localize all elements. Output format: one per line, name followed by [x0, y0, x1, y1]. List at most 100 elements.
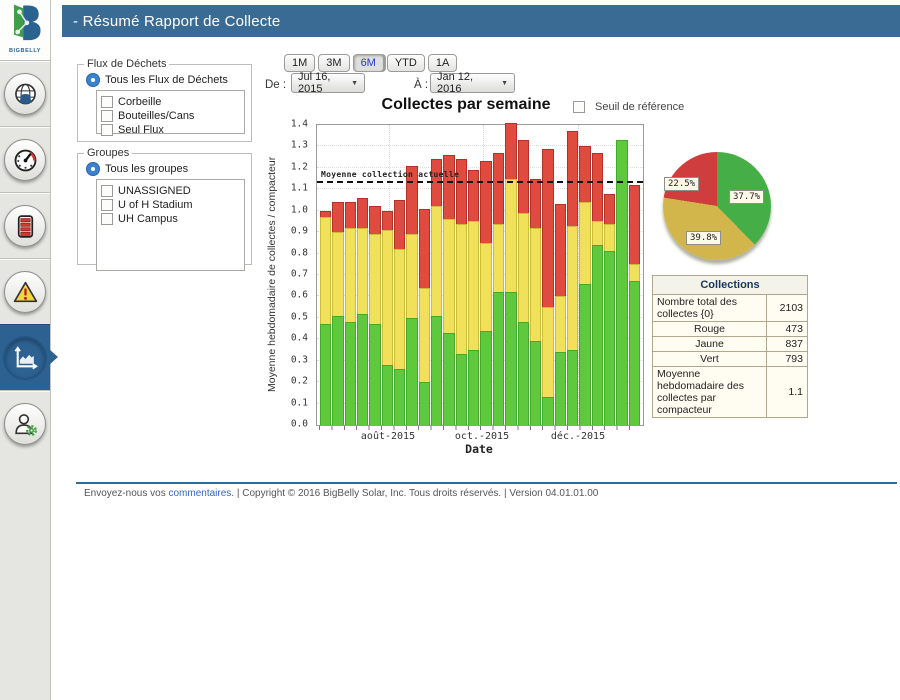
- range-button-1m[interactable]: 1M: [284, 54, 315, 72]
- reports-button[interactable]: [3, 336, 47, 380]
- sidebar-item-admin[interactable]: [0, 390, 50, 457]
- radio-selected-icon[interactable]: [86, 162, 100, 176]
- green-segment: [382, 365, 393, 425]
- stacked-bar-week-5[interactable]: [369, 206, 380, 425]
- stacked-bar-week-2[interactable]: [332, 202, 343, 425]
- yellow-segment: [369, 234, 380, 324]
- stacked-bar-week-23[interactable]: [592, 153, 603, 425]
- stacked-bar-week-14[interactable]: [480, 161, 491, 425]
- x-axis-ticks: [319, 426, 641, 430]
- yellow-segment: [320, 217, 331, 324]
- bin-fullness-icon: [12, 213, 39, 240]
- red-segment: [518, 140, 529, 213]
- checkbox-label: U of H Stadium: [118, 199, 193, 211]
- stacked-bar-week-13[interactable]: [468, 170, 479, 425]
- x-tick-label: déc.-2015: [551, 431, 605, 442]
- stacked-bar-week-9[interactable]: [419, 209, 430, 425]
- all-groups-radio-row[interactable]: Tous les groupes: [86, 162, 245, 176]
- stacked-bar-week-26[interactable]: [629, 185, 640, 425]
- checkbox-row-u-of-h-stadium[interactable]: U of H Stadium: [101, 199, 240, 211]
- collections-table-title: Collections: [653, 276, 808, 295]
- dashboard-button[interactable]: [4, 139, 46, 181]
- red-segment: [369, 206, 380, 234]
- stacked-bar-week-10[interactable]: [431, 159, 442, 425]
- stacked-bar-week-3[interactable]: [345, 202, 356, 425]
- table-row: Nombre total des collectes {0}2103: [653, 295, 808, 322]
- checkbox-row-uh-campus[interactable]: UH Campus: [101, 213, 240, 225]
- radio-selected-icon[interactable]: [86, 73, 100, 87]
- checkbox[interactable]: [101, 96, 113, 108]
- app-window: BIGBELLY: [0, 0, 900, 700]
- checkbox-row-unassigned[interactable]: UNASSIGNED: [101, 185, 240, 197]
- threshold-line: [317, 181, 643, 183]
- checkbox[interactable]: [101, 185, 113, 197]
- stacked-bar-week-1[interactable]: [320, 211, 331, 425]
- stacked-bar-week-8[interactable]: [406, 166, 417, 425]
- sidebar-item-map[interactable]: [0, 60, 50, 127]
- alerts-button[interactable]: [4, 271, 46, 313]
- green-segment: [431, 316, 442, 425]
- y-tick-label: 0.1: [291, 397, 308, 408]
- checkbox-row-seul-flux[interactable]: Seul Flux: [101, 124, 240, 136]
- checkbox[interactable]: [101, 199, 113, 211]
- map-button[interactable]: [4, 73, 46, 115]
- checkbox-row-corbeille[interactable]: Corbeille: [101, 96, 240, 108]
- checkbox[interactable]: [101, 110, 113, 122]
- all-waste-streams-radio-row[interactable]: Tous les Flux de Déchets: [86, 73, 245, 87]
- stacked-bar-week-16[interactable]: [505, 123, 516, 425]
- range-button-1a[interactable]: 1A: [428, 54, 457, 72]
- user-gear-icon: [12, 411, 39, 438]
- checkbox[interactable]: [101, 124, 113, 136]
- stacked-bar-week-22[interactable]: [579, 146, 590, 425]
- checkbox-row-bouteilles-cans[interactable]: Bouteilles/Cans: [101, 110, 240, 122]
- y-tick-label: 1.1: [291, 183, 308, 194]
- range-button-3m[interactable]: 3M: [318, 54, 349, 72]
- sidebar-item-reports[interactable]: [0, 324, 50, 391]
- y-tick-label: 1.0: [291, 204, 308, 215]
- checkbox-label: Corbeille: [118, 96, 161, 108]
- yellow-segment: [431, 206, 442, 315]
- stacked-bar-week-4[interactable]: [357, 198, 368, 425]
- fullness-button[interactable]: [4, 205, 46, 247]
- stacked-bar-week-11[interactable]: [443, 155, 454, 425]
- stacked-bar-week-20[interactable]: [555, 204, 566, 425]
- stacked-bar-week-12[interactable]: [456, 159, 467, 425]
- red-segment: [443, 155, 454, 219]
- row-value: 1.1: [767, 367, 808, 418]
- groups-checkbox-list: UNASSIGNED U of H Stadium UH Campus: [96, 179, 245, 271]
- stacked-bar-week-24[interactable]: [604, 194, 615, 425]
- green-segment: [357, 314, 368, 425]
- y-tick-label: 1.2: [291, 161, 308, 172]
- waste-stream-filter-panel: Flux de Déchets Tous les Flux de Déchets…: [77, 58, 252, 142]
- red-segment: [567, 131, 578, 225]
- range-button-6m[interactable]: 6M: [353, 54, 384, 72]
- checkbox-label: UH Campus: [118, 213, 178, 225]
- from-date-dropdown[interactable]: Jul 16, 2015 ▼: [291, 73, 365, 93]
- stacked-bar-week-18[interactable]: [530, 179, 541, 425]
- stacked-bar-week-7[interactable]: [394, 200, 405, 425]
- green-segment: [555, 352, 566, 425]
- bigbelly-logo[interactable]: BIGBELLY: [0, 0, 50, 60]
- red-segment: [592, 153, 603, 222]
- admin-button[interactable]: [4, 403, 46, 445]
- threshold-checkbox-row[interactable]: Seuil de référence: [573, 101, 684, 113]
- green-segment: [406, 318, 417, 425]
- threshold-checkbox[interactable]: [573, 101, 585, 113]
- footer-divider: [76, 482, 897, 484]
- sidebar-item-fullness[interactable]: [0, 192, 50, 259]
- range-button-ytd[interactable]: YTD: [387, 54, 425, 72]
- stacked-bar-week-21[interactable]: [567, 131, 578, 425]
- stacked-bar-week-15[interactable]: [493, 153, 504, 425]
- yellow-segment: [542, 307, 553, 397]
- stacked-bar-week-19[interactable]: [542, 149, 553, 425]
- table-row: Moyenne hebdomadaire des collectes par c…: [653, 367, 808, 418]
- to-date-dropdown[interactable]: Jan 12, 2016 ▼: [430, 73, 515, 93]
- feedback-link[interactable]: commentaires.: [169, 488, 235, 499]
- sidebar-item-alerts[interactable]: [0, 258, 50, 325]
- green-segment: [493, 292, 504, 425]
- gauge-icon: [12, 147, 39, 174]
- sidebar-item-dashboard[interactable]: [0, 126, 50, 193]
- row-value: 837: [767, 337, 808, 352]
- checkbox[interactable]: [101, 213, 113, 225]
- stacked-bar-week-6[interactable]: [382, 211, 393, 425]
